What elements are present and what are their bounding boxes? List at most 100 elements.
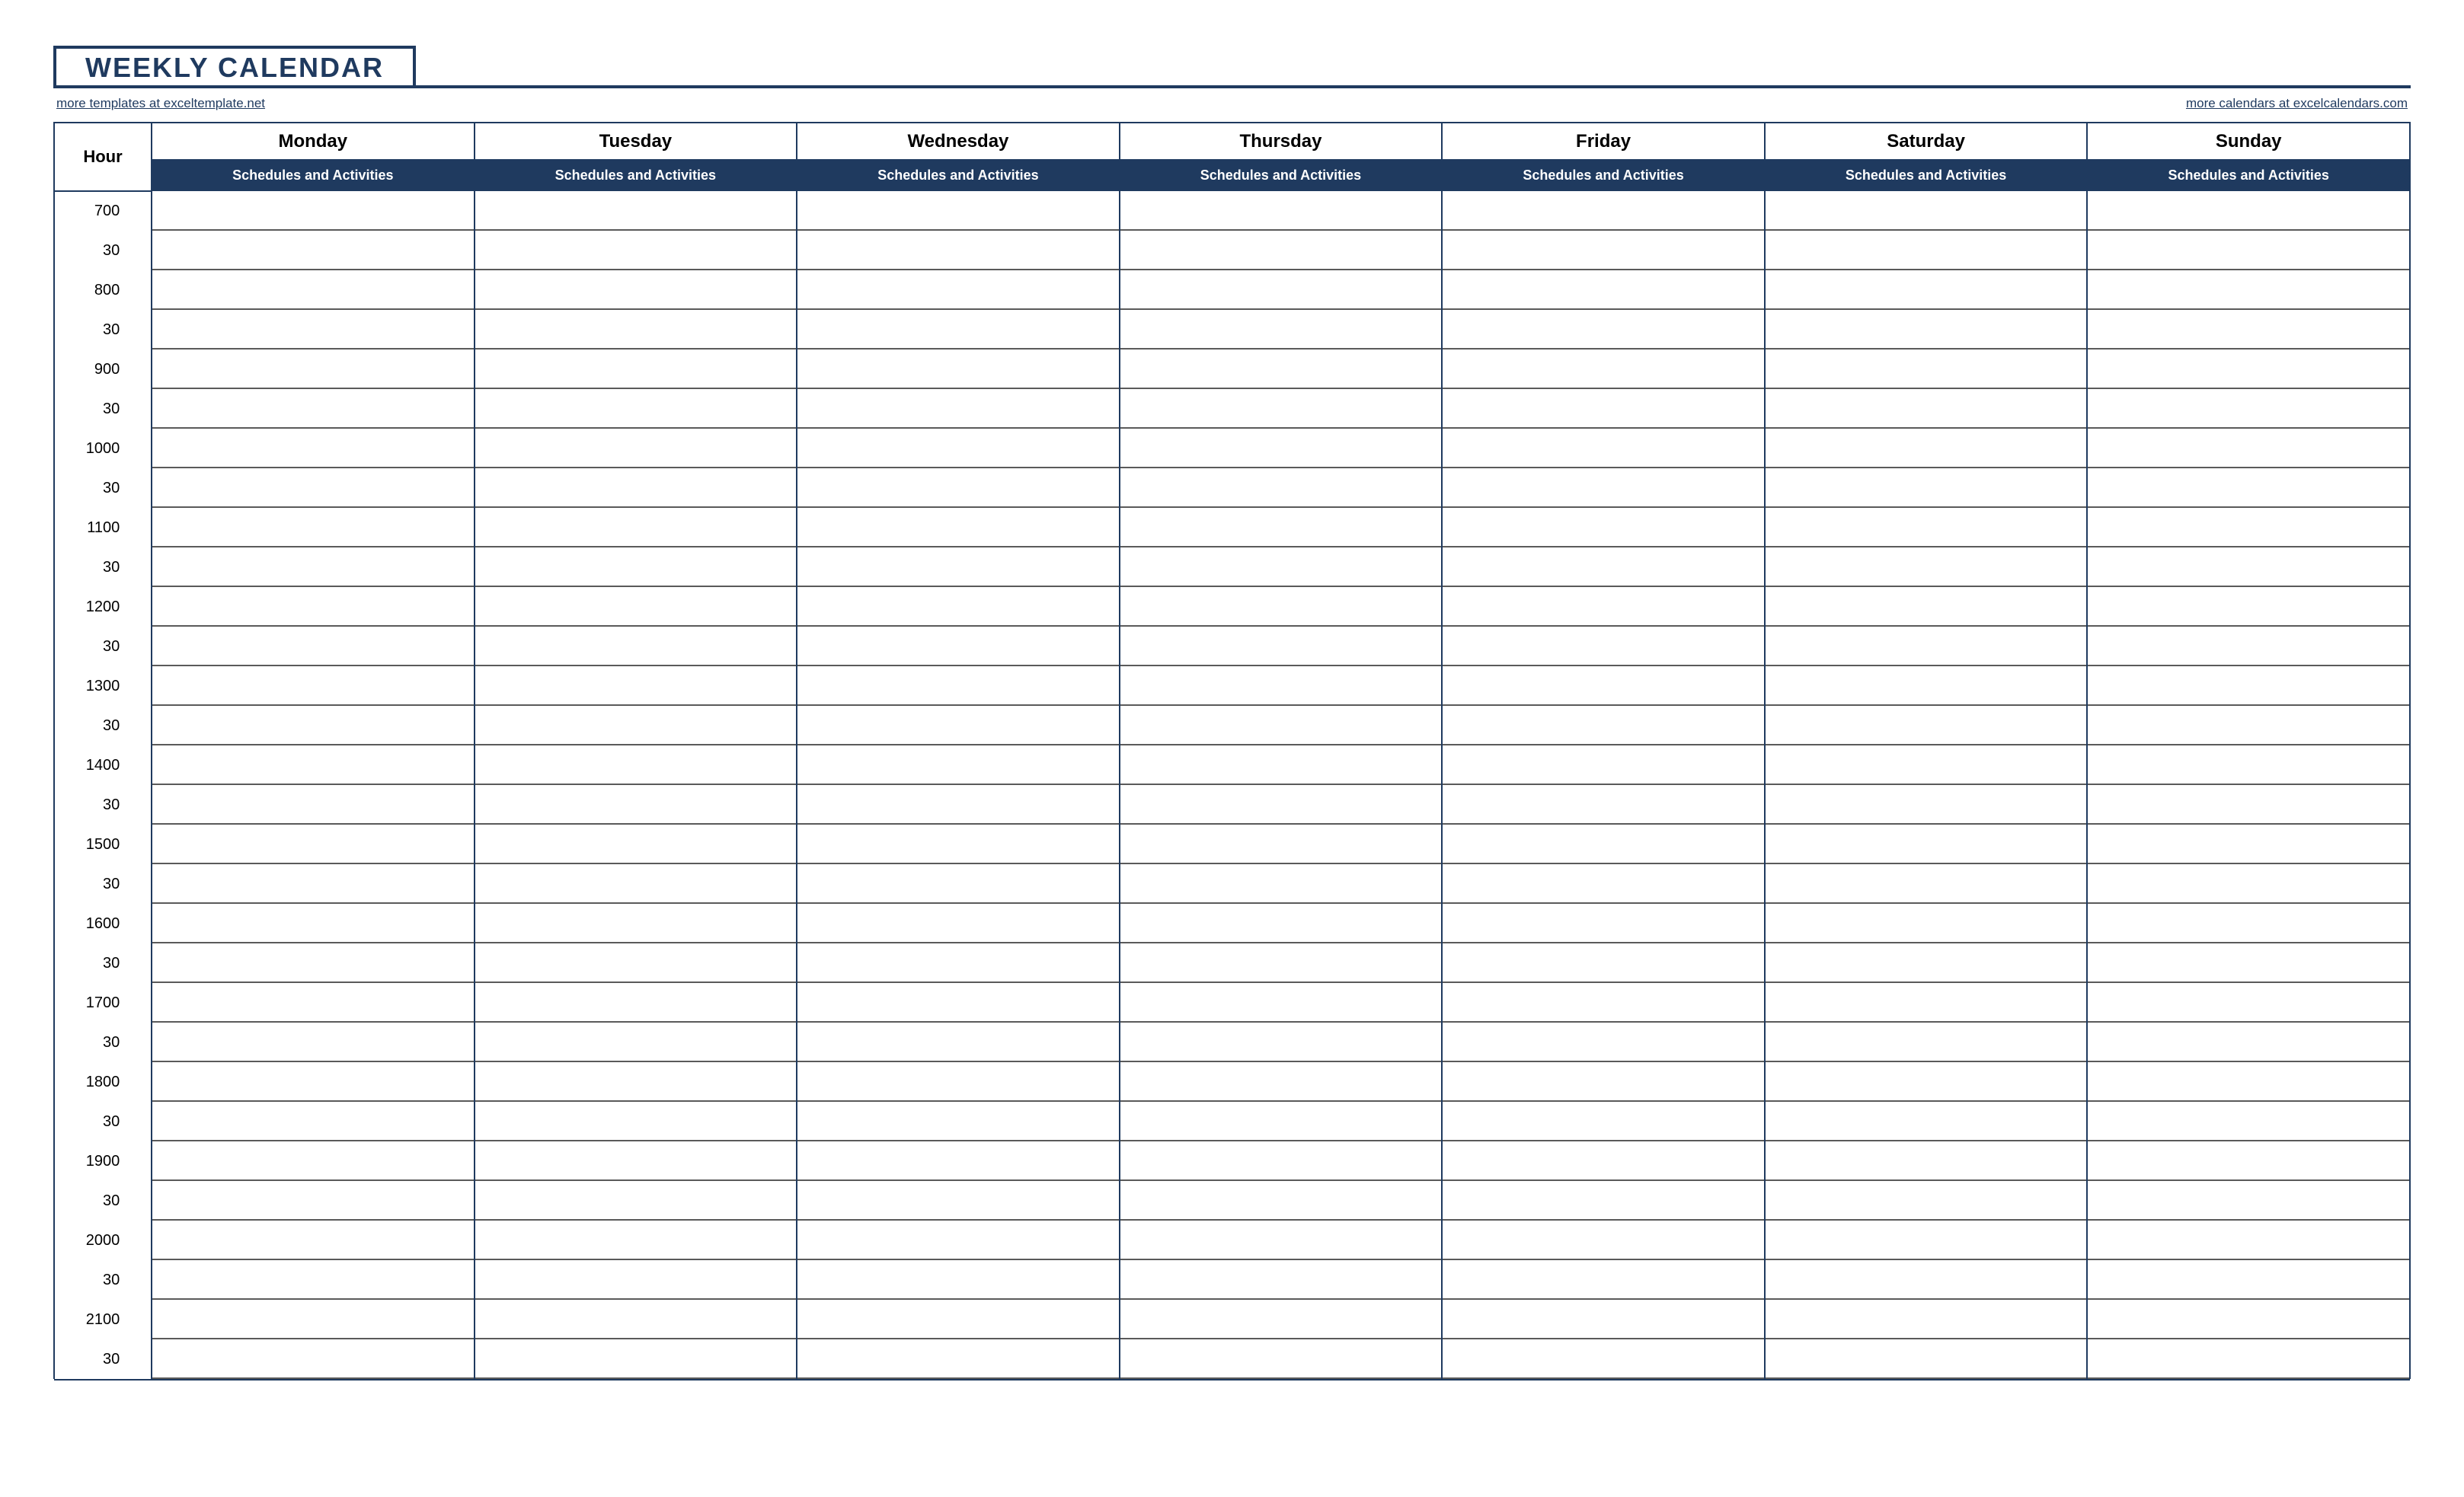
schedule-cell[interactable] [152,904,475,943]
schedule-cell[interactable] [1442,825,1765,864]
schedule-cell[interactable] [1442,547,1765,587]
schedule-cell[interactable] [152,1339,475,1379]
schedule-cell[interactable] [152,1102,475,1141]
schedule-cell[interactable] [797,350,1120,389]
schedule-cell[interactable] [1442,904,1765,943]
schedule-cell[interactable] [1120,1221,1443,1260]
schedule-cell[interactable] [2087,429,2410,468]
schedule-cell[interactable] [1120,1260,1443,1300]
schedule-cell[interactable] [1765,864,2088,904]
schedule-cell[interactable] [2087,904,2410,943]
schedule-cell[interactable] [1442,745,1765,785]
schedule-cell[interactable] [1765,1260,2088,1300]
schedule-cell[interactable] [1120,904,1443,943]
schedule-cell[interactable] [475,1141,797,1181]
schedule-cell[interactable] [2087,310,2410,350]
schedule-cell[interactable] [475,666,797,706]
schedule-cell[interactable] [2087,864,2410,904]
schedule-cell[interactable] [475,627,797,666]
schedule-cell[interactable] [1765,231,2088,270]
schedule-cell[interactable] [1765,745,2088,785]
schedule-cell[interactable] [1120,1023,1443,1062]
schedule-cell[interactable] [152,468,475,508]
schedule-cell[interactable] [1442,666,1765,706]
schedule-cell[interactable] [1120,1141,1443,1181]
schedule-cell[interactable] [475,904,797,943]
schedule-cell[interactable] [2087,1102,2410,1141]
schedule-cell[interactable] [797,587,1120,627]
schedule-cell[interactable] [1120,1339,1443,1379]
schedule-cell[interactable] [797,627,1120,666]
schedule-cell[interactable] [152,1260,475,1300]
schedule-cell[interactable] [797,508,1120,547]
schedule-cell[interactable] [2087,468,2410,508]
schedule-cell[interactable] [1765,468,2088,508]
schedule-cell[interactable] [152,666,475,706]
schedule-cell[interactable] [797,191,1120,231]
schedule-cell[interactable] [1120,587,1443,627]
schedule-cell[interactable] [152,1023,475,1062]
schedule-cell[interactable] [475,1062,797,1102]
schedule-cell[interactable] [1442,389,1765,429]
schedule-cell[interactable] [797,1062,1120,1102]
schedule-cell[interactable] [797,1023,1120,1062]
schedule-cell[interactable] [2087,231,2410,270]
schedule-cell[interactable] [1442,350,1765,389]
schedule-cell[interactable] [797,825,1120,864]
schedule-cell[interactable] [475,547,797,587]
schedule-cell[interactable] [1120,468,1443,508]
schedule-cell[interactable] [1120,1181,1443,1221]
schedule-cell[interactable] [797,468,1120,508]
schedule-cell[interactable] [797,1102,1120,1141]
schedule-cell[interactable] [1442,1102,1765,1141]
schedule-cell[interactable] [475,429,797,468]
schedule-cell[interactable] [152,1141,475,1181]
schedule-cell[interactable] [1120,270,1443,310]
schedule-cell[interactable] [2087,389,2410,429]
schedule-cell[interactable] [797,1141,1120,1181]
schedule-cell[interactable] [797,864,1120,904]
schedule-cell[interactable] [1442,310,1765,350]
schedule-cell[interactable] [1120,864,1443,904]
schedule-cell[interactable] [152,825,475,864]
schedule-cell[interactable] [1120,1102,1443,1141]
schedule-cell[interactable] [152,429,475,468]
schedule-cell[interactable] [152,231,475,270]
schedule-cell[interactable] [2087,587,2410,627]
schedule-cell[interactable] [2087,627,2410,666]
schedule-cell[interactable] [475,706,797,745]
schedule-cell[interactable] [152,508,475,547]
schedule-cell[interactable] [1765,943,2088,983]
schedule-cell[interactable] [1120,1062,1443,1102]
schedule-cell[interactable] [1120,191,1443,231]
schedule-cell[interactable] [475,468,797,508]
schedule-cell[interactable] [1442,1221,1765,1260]
schedule-cell[interactable] [475,587,797,627]
schedule-cell[interactable] [1442,191,1765,231]
schedule-cell[interactable] [1120,706,1443,745]
schedule-cell[interactable] [152,389,475,429]
schedule-cell[interactable] [152,270,475,310]
schedule-cell[interactable] [152,1181,475,1221]
schedule-cell[interactable] [1120,310,1443,350]
schedule-cell[interactable] [475,1300,797,1339]
schedule-cell[interactable] [1765,1062,2088,1102]
schedule-cell[interactable] [152,1221,475,1260]
schedule-cell[interactable] [1120,943,1443,983]
schedule-cell[interactable] [797,429,1120,468]
schedule-cell[interactable] [797,1300,1120,1339]
schedule-cell[interactable] [2087,1062,2410,1102]
schedule-cell[interactable] [1442,983,1765,1023]
schedule-cell[interactable] [1120,547,1443,587]
schedule-cell[interactable] [1442,864,1765,904]
schedule-cell[interactable] [1442,706,1765,745]
schedule-cell[interactable] [1120,508,1443,547]
schedule-cell[interactable] [152,745,475,785]
schedule-cell[interactable] [1765,350,2088,389]
schedule-cell[interactable] [1120,231,1443,270]
schedule-cell[interactable] [797,943,1120,983]
schedule-cell[interactable] [1765,983,2088,1023]
schedule-cell[interactable] [1765,310,2088,350]
schedule-cell[interactable] [475,350,797,389]
schedule-cell[interactable] [2087,825,2410,864]
